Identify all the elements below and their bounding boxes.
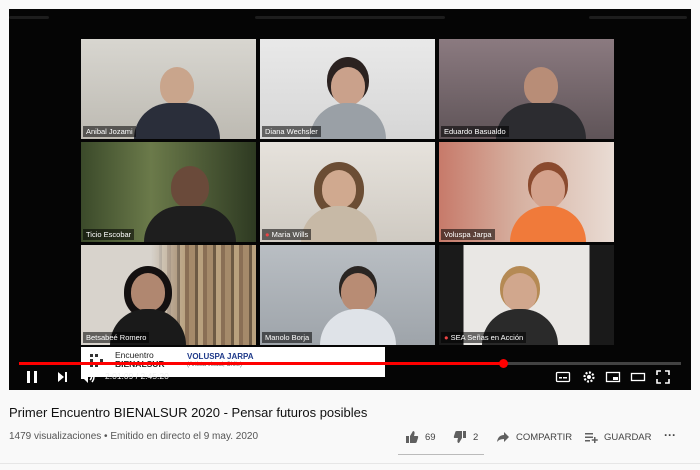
speaker-name: VOLUSPA JARPA (187, 352, 254, 361)
mic-muted-icon: ● (444, 333, 449, 342)
playlist-add-icon (585, 433, 598, 443)
miniplayer-icon (605, 371, 621, 383)
participant-tile-active: Voluspa Jarpa (439, 142, 614, 242)
settings-button[interactable] (581, 369, 597, 390)
pause-icon (27, 371, 37, 383)
participant-tile: Betsabeé Romero (81, 245, 256, 345)
dislike-count: 2 (473, 431, 479, 443)
participant-name: Ticio Escobar (83, 229, 135, 240)
pause-button[interactable] (25, 369, 39, 390)
share-button[interactable]: COMPARTIR (496, 430, 572, 444)
dislike-button[interactable]: 2 (453, 430, 478, 444)
participant-name: Diana Wechsler (262, 126, 321, 137)
video-grid: Anibal Jozami Diana Wechsler Eduardo Bas… (81, 39, 614, 347)
participant-tile: Anibal Jozami (81, 39, 256, 139)
sentiment-bar (398, 454, 484, 455)
like-button[interactable]: 69 (405, 430, 436, 444)
participant-tile: Ticio Escobar (81, 142, 256, 242)
share-icon (497, 432, 509, 442)
more-icon: ··· (664, 428, 676, 442)
gear-icon (583, 371, 595, 383)
subtitles-icon (555, 371, 571, 383)
video-player[interactable]: Anibal Jozami Diana Wechsler Eduardo Bas… (9, 9, 691, 390)
participant-name: ● SEA Señas en Acción (441, 332, 527, 343)
miniplayer-button[interactable] (605, 369, 621, 390)
theater-icon (630, 372, 646, 382)
thumbs-down-icon (453, 431, 466, 443)
theater-mode-button[interactable] (630, 369, 646, 390)
time-display: 2:01:09 / 2:45:20 (105, 371, 169, 381)
subtitles-button[interactable] (555, 369, 571, 390)
fullscreen-icon (656, 370, 670, 384)
volume-icon (81, 371, 95, 383)
volume-button[interactable] (79, 369, 97, 390)
video-meta: 1479 visualizaciones • Emitido en direct… (9, 431, 259, 442)
fullscreen-button[interactable] (655, 369, 671, 390)
skip-next-icon (58, 372, 67, 382)
more-actions-button[interactable]: ··· (664, 428, 676, 442)
participant-name: Voluspa Jarpa (441, 229, 495, 240)
share-label: COMPARTIR (516, 431, 573, 443)
participant-name: Eduardo Basualdo (441, 126, 509, 137)
participant-tile: Diana Wechsler (260, 39, 435, 139)
video-title: Primer Encuentro BIENALSUR 2020 - Pensar… (9, 405, 368, 420)
participant-name: Manolo Borja (262, 332, 313, 343)
divider (0, 463, 700, 464)
progress-bar[interactable] (19, 359, 681, 368)
like-count: 69 (425, 431, 436, 443)
participant-name: Betsabeé Romero (83, 332, 150, 343)
next-button[interactable] (55, 369, 69, 390)
participant-name: Anibal Jozami (83, 126, 136, 137)
progress-fill (19, 362, 503, 365)
mic-muted-icon: ● (265, 230, 270, 239)
participant-tile: Eduardo Basualdo (439, 39, 614, 139)
participant-tile: ● SEA Señas en Acción (439, 245, 614, 345)
save-button[interactable]: GUARDAR (584, 430, 652, 444)
participant-name: ● Maria Wills (262, 229, 312, 240)
player-top-bar (9, 9, 691, 23)
thumbs-up-icon (406, 431, 419, 443)
participant-tile: ● Maria Wills (260, 142, 435, 242)
save-label: GUARDAR (604, 431, 652, 443)
player-controls: 2:01:09 / 2:45:20 (9, 367, 691, 389)
participant-tile: Manolo Borja (260, 245, 435, 345)
